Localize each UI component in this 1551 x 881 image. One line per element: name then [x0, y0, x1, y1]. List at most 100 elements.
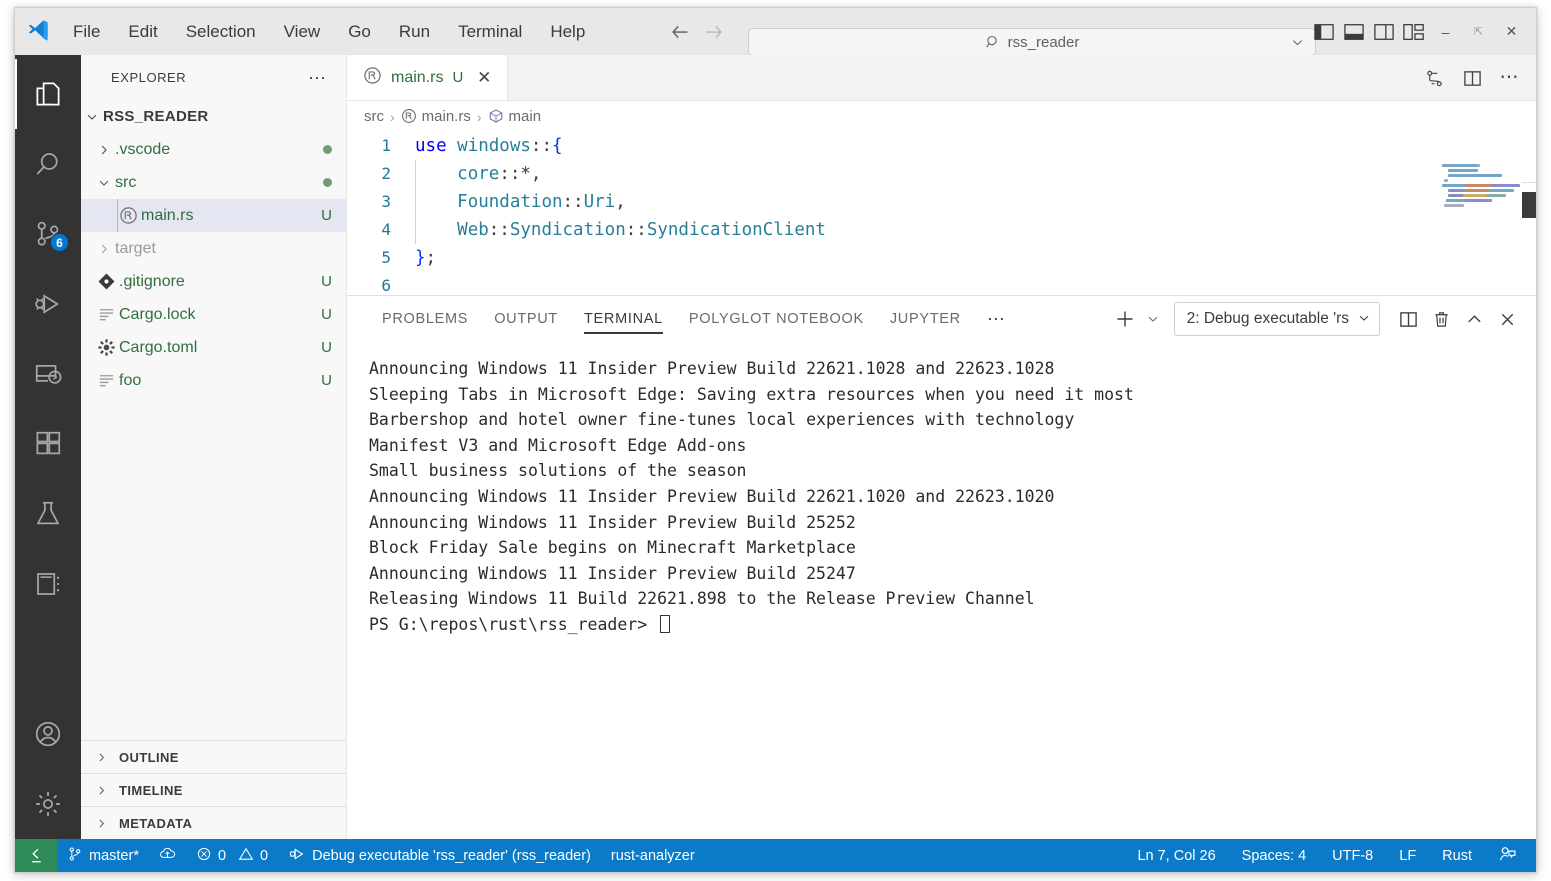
- sidebar-section-outline[interactable]: OUTLINE: [81, 740, 346, 773]
- sidebar-title-bar: EXPLORER ⋯: [81, 55, 346, 100]
- split-changes-icon[interactable]: [1418, 62, 1450, 94]
- code-line: 3 Foundation::Uri,: [347, 188, 1536, 216]
- menu-selection[interactable]: Selection: [172, 17, 270, 47]
- tree-item-foo[interactable]: foo U: [81, 364, 346, 397]
- activity-testing[interactable]: [15, 479, 81, 549]
- status-sync[interactable]: [149, 839, 186, 872]
- terminal-line: Releasing Windows 11 Build 22621.898 to …: [369, 589, 1035, 609]
- file-tree: RSS_READER .vscode src main.rs U target …: [81, 100, 346, 740]
- breadcrumb-item-main-symbol[interactable]: main: [488, 108, 541, 125]
- chevron-down-icon[interactable]: [1290, 35, 1305, 54]
- breadcrumb-separator: ›: [390, 108, 395, 125]
- new-terminal-chevron-down-icon[interactable]: [1143, 304, 1163, 334]
- menu-view[interactable]: View: [270, 17, 335, 47]
- panel-header: PROBLEMS OUTPUT TERMINAL POLYGLOT NOTEBO…: [347, 296, 1536, 342]
- menu-edit[interactable]: Edit: [114, 17, 171, 47]
- close-button[interactable]: ✕: [1495, 8, 1528, 55]
- breadcrumb-item-main-rs[interactable]: main.rs: [401, 108, 471, 125]
- status-language-server[interactable]: rust-analyzer: [601, 839, 705, 872]
- line-text: Web::Syndication::SyndicationClient: [415, 216, 826, 244]
- menu-run[interactable]: Run: [385, 17, 444, 47]
- activity-search[interactable]: [15, 129, 81, 199]
- activity-remote-explorer[interactable]: [15, 339, 81, 409]
- code-line: 5 };: [347, 244, 1536, 272]
- more-actions-icon[interactable]: ⋯: [308, 69, 328, 87]
- tree-item-main-rs[interactable]: main.rs U: [81, 199, 346, 232]
- customize-layout-icon[interactable]: [1399, 15, 1429, 49]
- toggle-secondary-sidebar-icon[interactable]: [1369, 15, 1399, 49]
- menu-help[interactable]: Help: [536, 17, 599, 47]
- split-editor-icon[interactable]: [1456, 62, 1488, 94]
- activity-explorer[interactable]: [15, 59, 81, 129]
- toggle-panel-icon[interactable]: [1339, 15, 1369, 49]
- tree-item-cargo-lock[interactable]: Cargo.lock U: [81, 298, 346, 331]
- tab-main-rs[interactable]: main.rs U ✕: [347, 55, 509, 100]
- tab-terminal[interactable]: TERMINAL: [571, 296, 676, 342]
- terminal-output[interactable]: Announcing Windows 11 Insider Preview Bu…: [347, 342, 1536, 839]
- activity-bar: 6: [15, 55, 81, 839]
- activity-run-and-debug[interactable]: [15, 269, 81, 339]
- sidebar-section-timeline[interactable]: TIMELINE: [81, 773, 346, 806]
- menu-go[interactable]: Go: [334, 17, 385, 47]
- status-branch[interactable]: master*: [57, 839, 149, 872]
- activity-source-control[interactable]: 6: [15, 199, 81, 269]
- tree-root-rss-reader[interactable]: RSS_READER: [81, 100, 346, 133]
- close-panel-icon[interactable]: [1492, 304, 1522, 334]
- tree-item-vscode[interactable]: .vscode: [81, 133, 346, 166]
- remote-window-icon[interactable]: [15, 839, 57, 872]
- breadcrumb-label: src: [364, 108, 384, 125]
- sidebar-section-label: OUTLINE: [119, 749, 179, 765]
- chevron-right-icon: [91, 784, 111, 797]
- new-terminal-icon[interactable]: [1110, 304, 1140, 334]
- tree-item-cargo-toml[interactable]: Cargo.toml U: [81, 331, 346, 364]
- split-terminal-icon[interactable]: [1393, 304, 1423, 334]
- scrollbar-thumb[interactable]: [1522, 192, 1536, 218]
- chevron-down-icon: [81, 110, 103, 124]
- maximize-panel-icon[interactable]: [1459, 304, 1489, 334]
- menu-terminal[interactable]: Terminal: [444, 17, 536, 47]
- terminal-line: Announcing Windows 11 Insider Preview Bu…: [369, 359, 1055, 378]
- panel-more-tabs-icon[interactable]: ⋯: [974, 296, 1020, 342]
- kill-terminal-icon[interactable]: [1426, 304, 1456, 334]
- status-encoding[interactable]: UTF-8: [1319, 839, 1386, 872]
- tab-polyglot-notebook[interactable]: POLYGLOT NOTEBOOK: [676, 296, 877, 342]
- activity-accounts[interactable]: [15, 699, 81, 769]
- status-cursor-position[interactable]: Ln 7, Col 26: [1124, 839, 1228, 872]
- close-icon[interactable]: ✕: [474, 68, 494, 88]
- tree-item-src[interactable]: src: [81, 166, 346, 199]
- tree-root-label: RSS_READER: [103, 108, 209, 125]
- more-actions-icon[interactable]: ⋯: [1494, 62, 1526, 94]
- maximize-button[interactable]: ⇱: [1462, 8, 1495, 55]
- tab-output[interactable]: OUTPUT: [481, 296, 571, 342]
- status-eol[interactable]: LF: [1386, 839, 1429, 872]
- error-icon: [196, 846, 212, 866]
- search-icon: [985, 34, 1001, 50]
- status-indentation[interactable]: Spaces: 4: [1229, 839, 1320, 872]
- activity-notebook[interactable]: [15, 549, 81, 619]
- status-feedback[interactable]: [1485, 839, 1530, 872]
- activity-extensions[interactable]: [15, 409, 81, 479]
- sidebar-section-metadata[interactable]: METADATA: [81, 806, 346, 839]
- status-debug-target[interactable]: Debug executable 'rss_reader' (rss_reade…: [278, 839, 601, 872]
- feedback-icon: [1498, 844, 1517, 867]
- minimize-button[interactable]: –: [1429, 8, 1462, 55]
- status-problems[interactable]: 0 0: [186, 839, 278, 872]
- source-control-badge: 6: [50, 233, 69, 252]
- activity-manage-settings[interactable]: [15, 769, 81, 839]
- command-center-search[interactable]: rss_reader: [748, 28, 1316, 56]
- arrow-left-icon[interactable]: [669, 21, 691, 43]
- menu-file[interactable]: File: [59, 17, 114, 47]
- tab-problems[interactable]: PROBLEMS: [369, 296, 481, 342]
- tab-jupyter[interactable]: JUPYTER: [877, 296, 974, 342]
- arrow-right-icon[interactable]: [703, 21, 725, 43]
- status-language-mode[interactable]: Rust: [1429, 839, 1485, 872]
- terminal-selector[interactable]: 2: Debug executable 'rs: [1173, 302, 1380, 336]
- code-editor[interactable]: 1 use windows::{ 2 core::*, 3 Foundation…: [347, 132, 1536, 295]
- tree-item-target[interactable]: target: [81, 232, 346, 265]
- toggle-primary-sidebar-icon[interactable]: [1309, 15, 1339, 49]
- breadcrumb-item-src[interactable]: src: [364, 108, 384, 125]
- line-number: 4: [381, 220, 391, 239]
- tree-item-gitignore[interactable]: .gitignore U: [81, 265, 346, 298]
- breadcrumb-separator: ›: [476, 108, 482, 125]
- editor-scrollbar[interactable]: [1522, 132, 1536, 295]
